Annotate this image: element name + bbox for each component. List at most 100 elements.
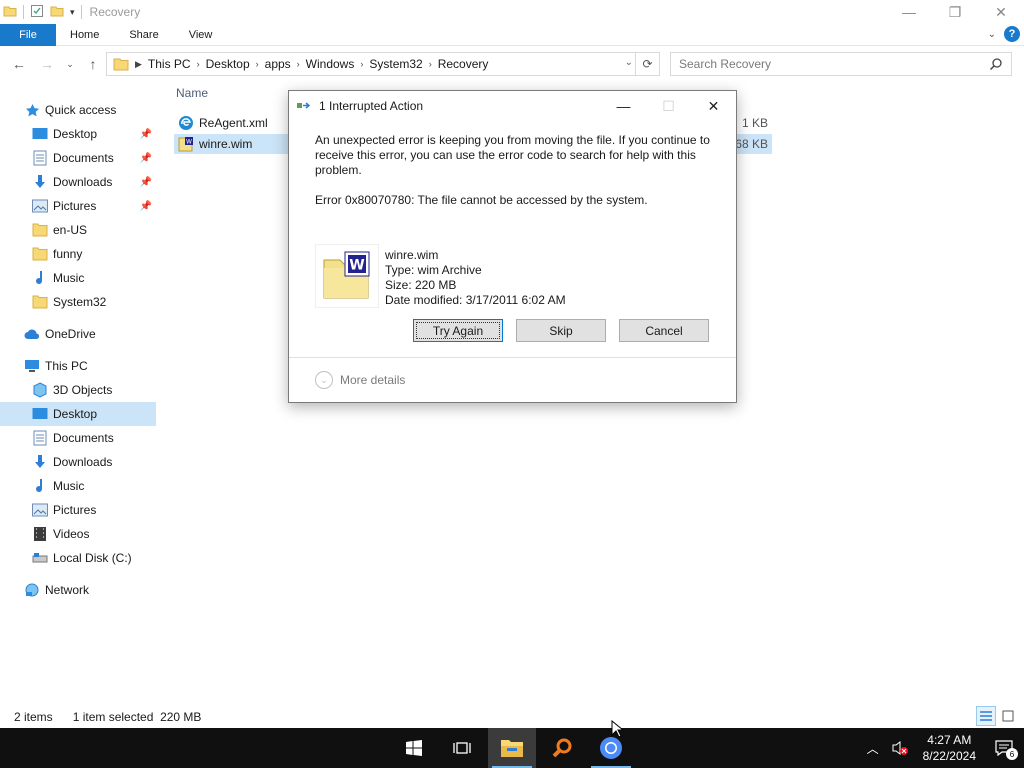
task-view-button[interactable] bbox=[438, 728, 486, 768]
nav-network[interactable]: Network bbox=[0, 578, 156, 602]
nav-pc-videos[interactable]: Videos bbox=[0, 522, 156, 546]
navigation-pane: Quick access Desktop 📌 Documents 📌 Downl… bbox=[0, 98, 156, 602]
properties-icon[interactable] bbox=[30, 4, 44, 21]
system-clock[interactable]: 4:27 AM 8/22/2024 bbox=[915, 732, 984, 764]
volume-muted-icon[interactable] bbox=[885, 740, 915, 756]
back-button[interactable]: ← bbox=[8, 52, 30, 76]
conflict-file-size: Size: 220 MB bbox=[385, 278, 457, 292]
tab-share[interactable]: Share bbox=[114, 24, 173, 46]
tab-view[interactable]: View bbox=[174, 24, 228, 46]
more-details-toggle[interactable]: ⌄ More details bbox=[289, 357, 736, 402]
pin-icon: 📌 bbox=[139, 152, 152, 164]
action-center-button[interactable]: 6 bbox=[984, 728, 1024, 768]
nav-quick-funny[interactable]: funny bbox=[0, 242, 156, 266]
nav-label: Documents bbox=[53, 151, 114, 165]
breadcrumb-recovery[interactable]: Recovery bbox=[432, 57, 495, 71]
details-view-button[interactable] bbox=[976, 706, 996, 726]
file-size: 1 KB bbox=[741, 116, 768, 130]
address-history-dropdown[interactable]: ⌄ bbox=[625, 57, 633, 68]
nav-label: Videos bbox=[53, 527, 90, 541]
large-icons-view-button[interactable] bbox=[998, 706, 1018, 726]
3d-objects-icon bbox=[32, 382, 48, 398]
arrow-up-icon: ↑ bbox=[89, 56, 97, 72]
folder-icon bbox=[32, 222, 48, 238]
up-button[interactable]: ↑ bbox=[82, 52, 104, 76]
breadcrumb-apps[interactable]: apps bbox=[259, 57, 297, 71]
refresh-button[interactable]: ⟳ bbox=[635, 53, 659, 75]
help-button[interactable]: ? bbox=[1004, 26, 1020, 42]
nav-pc-downloads[interactable]: Downloads bbox=[0, 450, 156, 474]
show-hidden-icons-button[interactable]: ︿ bbox=[861, 740, 885, 757]
window-title: Recovery bbox=[89, 5, 141, 19]
address-bar[interactable]: ▶ This PC › Desktop › apps › Windows › S… bbox=[106, 52, 660, 76]
pin-icon: 📌 bbox=[139, 128, 152, 140]
nav-label: 3D Objects bbox=[53, 383, 113, 397]
arrow-right-icon: → bbox=[40, 56, 54, 72]
try-again-button[interactable]: Try Again bbox=[413, 319, 503, 342]
refresh-icon: ⟳ bbox=[642, 57, 653, 71]
nav-quick-music[interactable]: Music bbox=[0, 266, 156, 290]
nav-quick-access[interactable]: Quick access bbox=[0, 98, 156, 122]
nav-pc-documents[interactable]: Documents bbox=[0, 426, 156, 450]
search-input[interactable]: Search Recovery bbox=[670, 52, 1012, 76]
edge-icon bbox=[178, 115, 194, 131]
customize-toolbar-icon[interactable]: ▾ bbox=[70, 7, 75, 18]
nav-onedrive[interactable]: OneDrive bbox=[0, 322, 156, 346]
dialog-maximize-button: ☐ bbox=[662, 97, 675, 114]
dialog-close-button[interactable]: ✕ bbox=[691, 91, 736, 121]
recent-locations-button[interactable]: ⌄ bbox=[62, 52, 78, 76]
search-app-taskbar-button[interactable] bbox=[538, 728, 586, 768]
search-icon bbox=[989, 57, 1003, 74]
nav-this-pc[interactable]: This PC bbox=[0, 354, 156, 378]
cancel-button[interactable]: Cancel bbox=[619, 319, 709, 342]
nav-quick-pictures[interactable]: Pictures 📌 bbox=[0, 194, 156, 218]
status-selection: 1 item selected 220 MB bbox=[72, 710, 202, 724]
nav-quick-documents[interactable]: Documents 📌 bbox=[0, 146, 156, 170]
nav-label: Local Disk (C:) bbox=[53, 551, 132, 565]
ribbon-tabs: File Home Share View ⌄ ? bbox=[0, 23, 1024, 46]
arrow-left-icon: ← bbox=[12, 56, 26, 72]
nav-quick-en-us[interactable]: en-US bbox=[0, 218, 156, 242]
nav-label: OneDrive bbox=[45, 327, 96, 341]
tab-home[interactable]: Home bbox=[56, 24, 114, 46]
restore-button[interactable]: ❐ bbox=[932, 0, 978, 24]
large-icons-view-icon bbox=[1002, 710, 1014, 722]
windows-logo-icon bbox=[406, 740, 422, 756]
skip-button[interactable]: Skip bbox=[516, 319, 606, 342]
nav-quick-downloads[interactable]: Downloads 📌 bbox=[0, 170, 156, 194]
nav-pc-3d-objects[interactable]: 3D Objects bbox=[0, 378, 156, 402]
dialog-minimize-button[interactable]: — bbox=[601, 91, 646, 121]
minimize-button[interactable]: — bbox=[886, 0, 932, 24]
folder-icon bbox=[32, 246, 48, 262]
dialog-title-bar: 1 Interrupted Action — ☐ ✕ bbox=[289, 91, 736, 121]
breadcrumb-windows[interactable]: Windows bbox=[300, 57, 361, 71]
divider bbox=[23, 5, 24, 19]
breadcrumb-this-pc[interactable]: This PC bbox=[142, 57, 197, 71]
svg-text:W: W bbox=[186, 139, 192, 146]
taskbar: ︿ 4:27 AM 8/22/2024 6 bbox=[0, 719, 1024, 768]
nav-quick-desktop[interactable]: Desktop 📌 bbox=[0, 122, 156, 146]
desktop-icon bbox=[32, 406, 48, 422]
column-header-name[interactable]: Name bbox=[176, 86, 208, 100]
wim-archive-icon: W bbox=[315, 244, 379, 308]
expand-ribbon-icon[interactable]: ⌄ bbox=[988, 29, 996, 40]
breadcrumb-desktop[interactable]: Desktop bbox=[200, 57, 256, 71]
nav-pc-local-disk[interactable]: Local Disk (C:) bbox=[0, 546, 156, 570]
nav-pc-pictures[interactable]: Pictures bbox=[0, 498, 156, 522]
breadcrumb-system32[interactable]: System32 bbox=[363, 57, 428, 71]
new-folder-icon[interactable] bbox=[50, 4, 64, 21]
tab-file[interactable]: File bbox=[0, 23, 56, 46]
nav-pc-desktop[interactable]: Desktop bbox=[0, 402, 156, 426]
file-explorer-taskbar-button[interactable] bbox=[488, 728, 536, 768]
nav-label: Downloads bbox=[53, 455, 113, 469]
nav-quick-system32[interactable]: System32 bbox=[0, 290, 156, 314]
close-button[interactable]: ✕ bbox=[978, 0, 1024, 24]
clock-date: 8/22/2024 bbox=[922, 749, 976, 763]
start-button[interactable] bbox=[390, 728, 438, 768]
divider bbox=[80, 5, 82, 19]
search-placeholder: Search Recovery bbox=[679, 57, 772, 71]
computer-icon bbox=[24, 358, 40, 374]
magnifier-icon bbox=[551, 737, 573, 759]
forward-button[interactable]: → bbox=[36, 52, 58, 76]
nav-pc-music[interactable]: Music bbox=[0, 474, 156, 498]
